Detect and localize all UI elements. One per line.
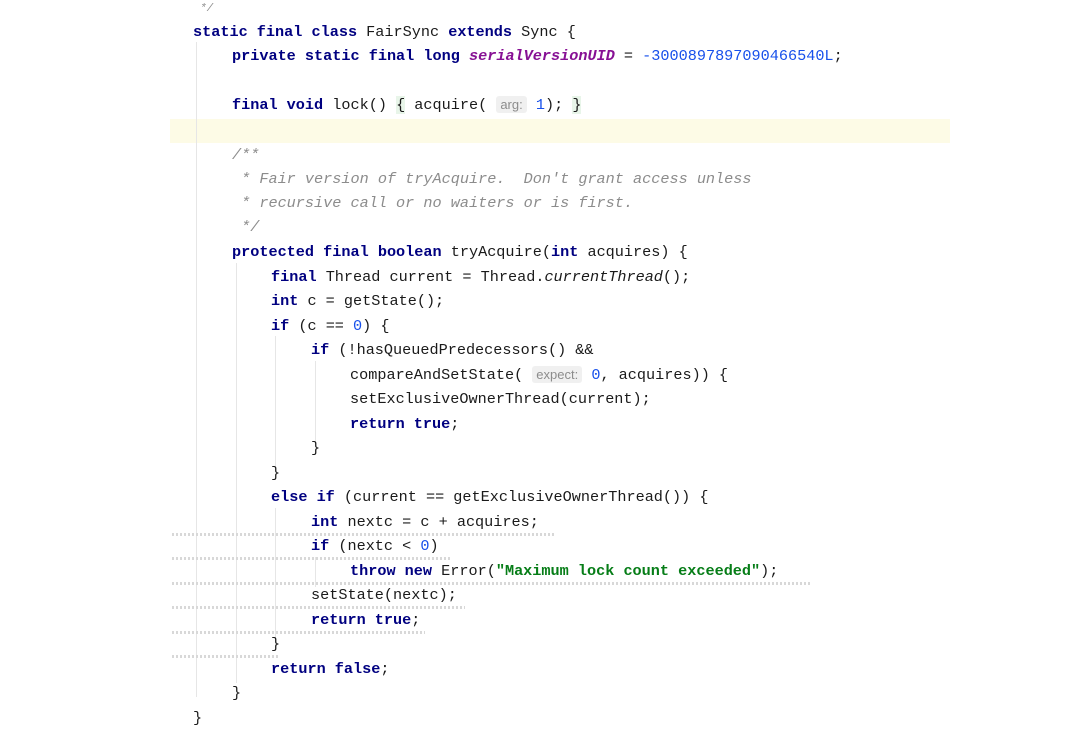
- parameter-hint: arg:: [496, 96, 527, 113]
- keyword: int: [311, 513, 339, 531]
- code-text: (c ==: [289, 317, 354, 335]
- code-line: }: [0, 706, 1080, 730]
- code-text: ;: [450, 415, 460, 433]
- code-text: Sync {: [512, 23, 576, 41]
- number-literal: 0: [420, 537, 430, 555]
- code-text: }: [271, 464, 281, 482]
- code-line: else if (current == getExclusiveOwnerThr…: [0, 485, 1080, 509]
- code-text: nextc = c + acquires;: [338, 513, 539, 531]
- code-line: }: [0, 461, 1080, 485]
- keyword: int: [551, 243, 579, 261]
- parameter-hint: expect:: [532, 366, 583, 383]
- keyword: final void: [232, 96, 324, 114]
- code-line: return true;: [0, 608, 1080, 632]
- code-text: (!hasQueuedPredecessors() &&: [329, 341, 594, 359]
- keyword: static final class: [193, 23, 358, 41]
- code-text: ;: [833, 47, 843, 65]
- keyword: if: [311, 537, 330, 555]
- code-text: setExclusiveOwnerThread(current);: [350, 390, 651, 408]
- static-method: currentThread: [544, 268, 663, 286]
- brace-highlight: }: [572, 96, 582, 114]
- keyword: else if: [271, 488, 335, 506]
- code-text: lock(): [323, 96, 397, 114]
- keyword: return true: [311, 611, 412, 629]
- code-text: , acquires)) {: [600, 366, 729, 384]
- code-line-comment: * recursive call or no waiters or is fir…: [0, 191, 1080, 215]
- code-text: ;: [380, 660, 390, 678]
- code-line: throw new Error("Maximum lock count exce…: [0, 559, 1080, 583]
- code-line: int nextc = c + acquires;: [0, 510, 1080, 534]
- code-text: acquire(: [405, 96, 497, 114]
- class-name: FairSync: [357, 23, 449, 41]
- code-line: setState(nextc);: [0, 583, 1080, 607]
- code-text: }: [271, 635, 281, 653]
- keyword: return true: [350, 415, 451, 433]
- code-text: Error(: [432, 562, 496, 580]
- code-line: if (nextc < 0): [0, 534, 1080, 558]
- static-field: serialVersionUID: [468, 47, 615, 65]
- code-line: compareAndSetState( expect: 0, acquires)…: [0, 363, 1080, 387]
- code-text: setState(nextc);: [311, 586, 457, 604]
- code-text: (nextc <: [329, 537, 421, 555]
- code-line-class-decl: static final class FairSync extends Sync…: [0, 20, 1080, 44]
- code-line: }: [0, 681, 1080, 705]
- code-text: compareAndSetState(: [350, 366, 533, 384]
- code-text: );: [760, 562, 779, 580]
- number-literal: -3000897897090466540L: [642, 47, 834, 65]
- doc-comment: * Fair version of tryAcquire. Don't gran…: [232, 170, 752, 188]
- string-literal: "Maximum lock count exceeded": [495, 562, 761, 580]
- code-text: acquires) {: [578, 243, 688, 261]
- code-text: c = getState();: [298, 292, 445, 310]
- keyword: int: [271, 292, 299, 310]
- keyword: if: [311, 341, 330, 359]
- code-line: return true;: [0, 412, 1080, 436]
- keyword: private static final long: [232, 47, 460, 65]
- code-text: ;: [411, 611, 421, 629]
- doc-comment: */: [232, 218, 260, 236]
- code-editor[interactable]: */ static final class FairSync extends S…: [0, 0, 1080, 749]
- code-line: if (!hasQueuedPredecessors() &&: [0, 338, 1080, 362]
- code-text: }: [232, 684, 242, 702]
- code-text: ) {: [362, 317, 390, 335]
- code-text: );: [544, 96, 573, 114]
- code-line: */: [0, 0, 1080, 19]
- code-line-comment: /**: [0, 143, 1080, 167]
- number-literal: 1: [535, 96, 545, 114]
- code-line: if (c == 0) {: [0, 314, 1080, 338]
- code-line-serial: private static final long serialVersionU…: [0, 44, 1080, 68]
- code-text: (current == getExclusiveOwnerThread()) {: [334, 488, 709, 506]
- code-text: }: [311, 439, 321, 457]
- current-line-highlight: [170, 119, 950, 143]
- keyword: return false: [271, 660, 381, 678]
- method-name: tryAcquire(: [441, 243, 551, 261]
- brace-highlight: {: [396, 96, 406, 114]
- code-text: Thread current = Thread.: [316, 268, 545, 286]
- keyword: extends: [448, 23, 513, 41]
- keyword: if: [271, 317, 290, 335]
- code-text: }: [193, 709, 203, 727]
- code-line-comment: * Fair version of tryAcquire. Don't gran…: [0, 167, 1080, 191]
- keyword: throw new: [350, 562, 433, 580]
- code-line: }: [0, 632, 1080, 656]
- code-line: int c = getState();: [0, 289, 1080, 313]
- code-line: setExclusiveOwnerThread(current);: [0, 387, 1080, 411]
- keyword: protected final boolean: [232, 243, 442, 261]
- code-line: return false;: [0, 657, 1080, 681]
- code-line-lock: final void lock() { acquire( arg: 1); }: [0, 93, 1080, 117]
- code-text: =: [614, 47, 643, 65]
- comment-end: */: [200, 3, 214, 15]
- number-literal: 0: [353, 317, 363, 335]
- code-line: final Thread current = Thread.currentThr…: [0, 265, 1080, 289]
- keyword: final: [271, 268, 317, 286]
- code-line-comment: */: [0, 215, 1080, 239]
- doc-comment: * recursive call or no waiters or is fir…: [232, 194, 634, 212]
- code-line: }: [0, 436, 1080, 460]
- code-line-method: protected final boolean tryAcquire(int a…: [0, 240, 1080, 264]
- code-text: ();: [662, 268, 691, 286]
- doc-comment: /**: [232, 146, 260, 164]
- code-text: ): [429, 537, 439, 555]
